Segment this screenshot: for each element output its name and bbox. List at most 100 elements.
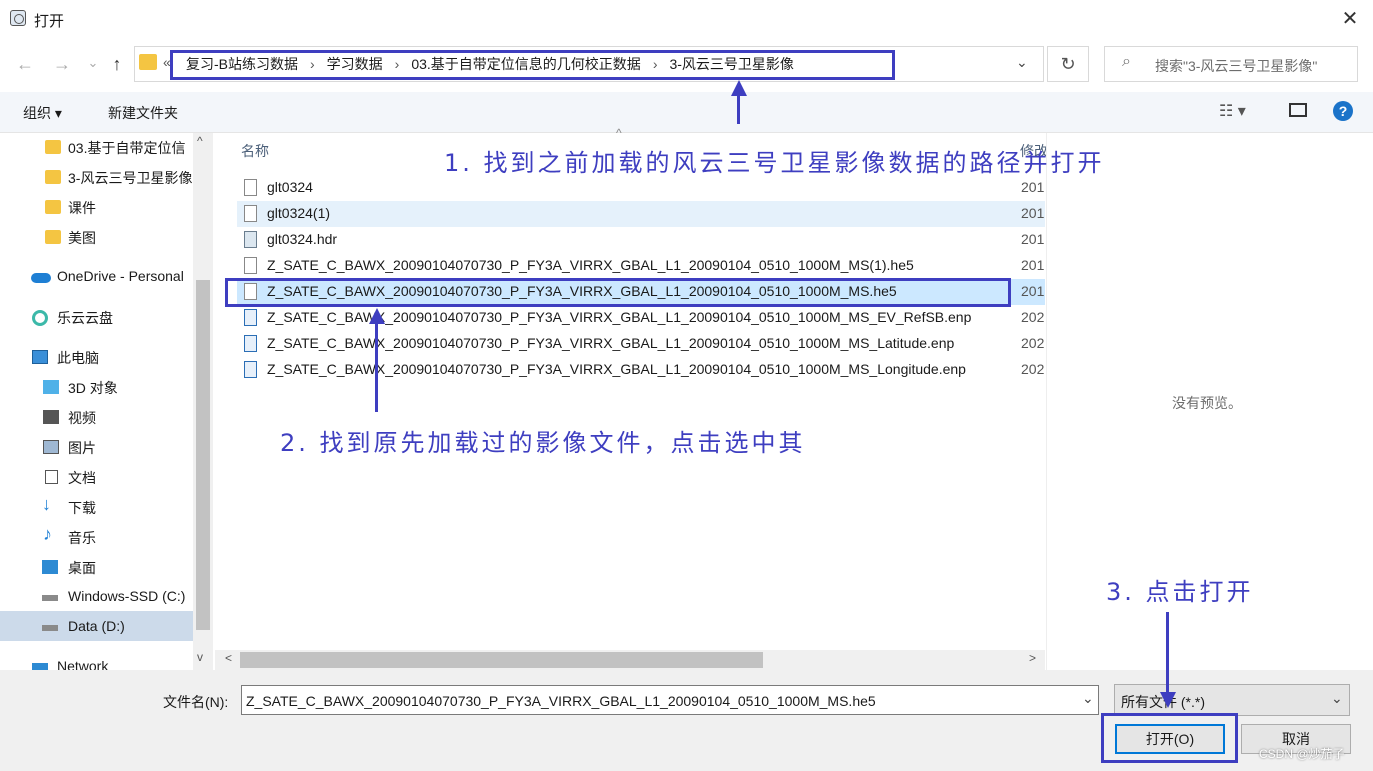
scroll-right-icon[interactable]: >	[1029, 651, 1036, 665]
preview-pane-button[interactable]	[1289, 103, 1307, 117]
file-date: 201	[1021, 257, 1045, 273]
sidebar-item-documents[interactable]: 文档	[0, 463, 193, 491]
document-icon	[45, 470, 58, 484]
file-row[interactable]: glt0324(1)	[237, 201, 1014, 227]
annotation-box-path	[170, 50, 895, 80]
annotation-arrow-3	[1166, 612, 1169, 694]
folder-icon	[45, 230, 61, 244]
filename-label: 文件名(N):	[163, 694, 229, 710]
sidebar-item-label: 此电脑	[57, 350, 99, 366]
forward-button[interactable]: →	[49, 51, 75, 77]
video-icon	[43, 410, 59, 424]
sidebar-item-videos[interactable]: 视频	[0, 403, 193, 431]
file-row[interactable]: Z_SATE_C_BAWX_20090104070730_P_FY3A_VIRR…	[237, 331, 1014, 357]
sidebar-item-label: OneDrive - Personal	[57, 268, 184, 284]
hdr-file-icon	[244, 231, 257, 248]
sidebar-item-drive-c[interactable]: Windows-SSD (C:)	[0, 583, 193, 611]
scroll-left-icon[interactable]: <	[225, 651, 232, 665]
sidebar-item-label: 桌面	[68, 560, 96, 576]
file-name: glt0324(1)	[267, 205, 331, 221]
sidebar-item-fy3[interactable]: 3-风云三号卫星影像	[0, 163, 193, 191]
sidebar-item-network[interactable]: Network	[0, 653, 193, 670]
sidebar-item-label: 课件	[68, 200, 96, 216]
file-row[interactable]: glt0324.hdr	[237, 227, 1014, 253]
sidebar-item-lecloud[interactable]: 乐云云盘	[0, 303, 193, 331]
sidebar-item-pictures[interactable]: 图片	[0, 433, 193, 461]
file-row[interactable]: Z_SATE_C_BAWX_20090104070730_P_FY3A_VIRR…	[237, 253, 1014, 279]
no-preview-text: 没有预览。	[1172, 395, 1242, 411]
file-name: Z_SATE_C_BAWX_20090104070730_P_FY3A_VIRR…	[267, 257, 914, 273]
sort-indicator-icon: ^	[616, 126, 622, 140]
close-button[interactable]: ✕	[1332, 4, 1368, 34]
annotation-arrow-2	[375, 322, 378, 412]
sidebar-item-label: 美图	[68, 230, 96, 246]
image-file-icon	[244, 335, 257, 352]
sidebar-item-label: Windows-SSD (C:)	[68, 588, 186, 604]
search-icon: ⌕	[1122, 53, 1131, 70]
filename-input[interactable]: Z_SATE_C_BAWX_20090104070730_P_FY3A_VIRR…	[241, 685, 1099, 715]
scroll-up-icon[interactable]: ^	[197, 134, 203, 148]
file-date: 201	[1021, 283, 1045, 299]
watermark: CSDN @炒茄子	[1259, 747, 1345, 761]
back-button[interactable]: ←	[12, 51, 38, 77]
file-name: glt0324	[267, 179, 313, 195]
filetype-select[interactable]: 所有文件 (*.*)	[1114, 684, 1350, 716]
annotation-arrowhead-3	[1160, 692, 1176, 708]
sidebar-item-meitu[interactable]: 美图	[0, 223, 193, 251]
sidebar-item-this-pc[interactable]: 此电脑	[0, 343, 193, 371]
file-name: glt0324.hdr	[267, 231, 338, 247]
help-button[interactable]: ?	[1333, 101, 1353, 121]
column-header-name[interactable]: 名称	[241, 141, 269, 161]
image-file-icon	[244, 361, 257, 378]
sidebar-item-label: 文档	[68, 470, 96, 486]
address-dropdown-button[interactable]: ⌄	[1016, 54, 1028, 71]
le-cloud-icon	[32, 310, 48, 326]
sidebar-item-label: 3D 对象	[68, 380, 118, 396]
sidebar-item-courseware[interactable]: 课件	[0, 193, 193, 221]
filename-dropdown-icon[interactable]: ⌄	[1082, 690, 1094, 707]
annotation-box-file	[225, 278, 1011, 307]
annotation-arrowhead-2	[369, 308, 385, 324]
sidebar-item-label: 下载	[68, 500, 96, 516]
organize-button[interactable]: 组织 ▾	[23, 103, 62, 123]
drive-icon	[42, 595, 58, 601]
sidebar-item-label: Network	[57, 658, 109, 670]
recent-locations-button[interactable]: ⌄	[80, 50, 106, 76]
sidebar-item-03[interactable]: 03.基于自带定位信	[0, 133, 193, 161]
file-date: 201	[1021, 231, 1045, 247]
file-row[interactable]: glt0324	[237, 175, 1014, 201]
file-row[interactable]: Z_SATE_C_BAWX_20090104070730_P_FY3A_VIRR…	[237, 357, 1014, 383]
sidebar-item-onedrive[interactable]: OneDrive - Personal	[0, 263, 193, 291]
file-row[interactable]: Z_SATE_C_BAWX_20090104070730_P_FY3A_VIRR…	[237, 305, 1014, 331]
sidebar-item-label: 3-风云三号卫星影像	[68, 170, 193, 186]
file-date: 202	[1021, 361, 1045, 377]
sidebar-item-desktop[interactable]: 桌面	[0, 553, 193, 581]
sidebar-item-downloads[interactable]: ↓ 下载	[0, 493, 193, 521]
file-icon	[244, 257, 257, 274]
sidebar-item-label: 音乐	[68, 530, 96, 546]
sidebar-item-drive-d[interactable]: Data (D:)	[0, 613, 193, 641]
file-name: Z_SATE_C_BAWX_20090104070730_P_FY3A_VIRR…	[267, 335, 955, 351]
change-view-button[interactable]: ☷ ▾	[1219, 101, 1246, 121]
computer-icon	[32, 350, 48, 364]
app-icon	[10, 10, 26, 26]
file-icon	[244, 179, 257, 196]
image-file-icon	[244, 309, 257, 326]
picture-icon	[43, 440, 59, 454]
file-date: 202	[1021, 309, 1045, 325]
cloud-icon	[31, 273, 51, 283]
horizontal-scrollbar-thumb[interactable]	[240, 652, 763, 668]
nav-scrollbar-thumb[interactable]	[196, 280, 210, 630]
chevron-down-icon[interactable]: ⌄	[1331, 690, 1343, 707]
window-title: 打开	[34, 13, 65, 30]
up-button[interactable]: ↑	[104, 51, 130, 77]
sidebar-item-3d-objects[interactable]: 3D 对象	[0, 373, 193, 401]
file-date: 202	[1021, 335, 1045, 351]
download-icon: ↓	[42, 494, 51, 514]
new-folder-button[interactable]: 新建文件夹	[108, 103, 178, 123]
scroll-down-icon[interactable]: v	[197, 650, 203, 664]
sidebar-item-music[interactable]: ♪ 音乐	[0, 523, 193, 551]
refresh-button[interactable]: ↻	[1047, 46, 1089, 82]
title-bar	[0, 0, 1373, 38]
annotation-step-1: 1. 找到之前加载的风云三号卫星影像数据的路径并打开	[444, 149, 1105, 177]
